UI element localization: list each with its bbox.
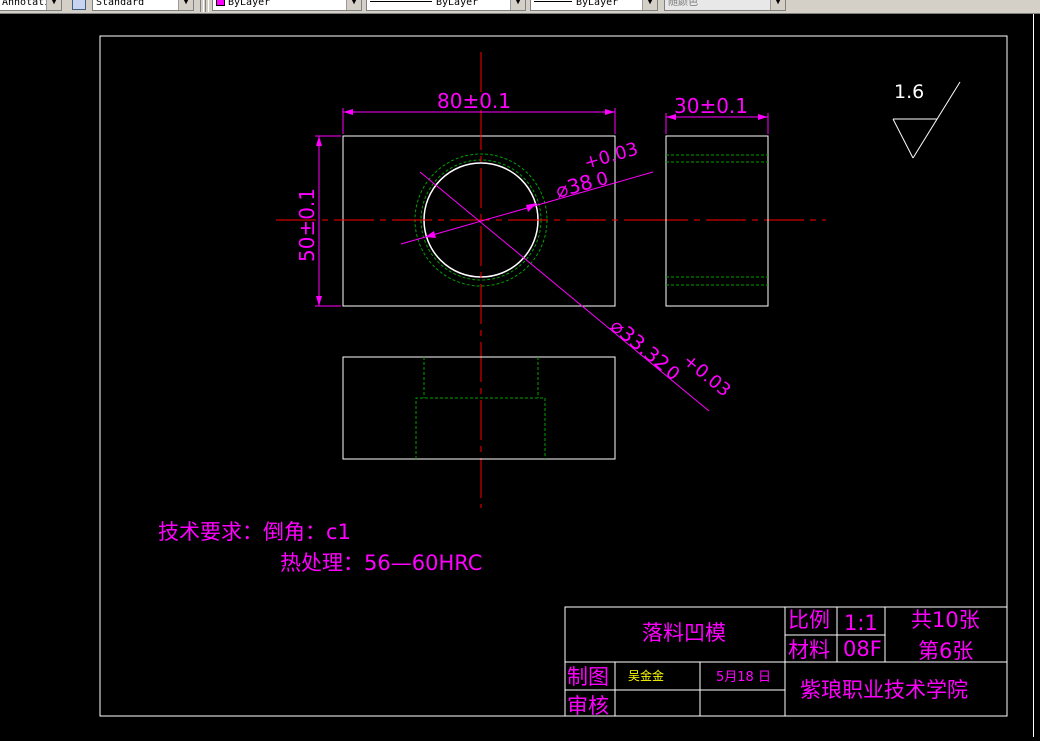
linetype-value: ByLayer xyxy=(436,0,479,8)
tech-req-line1: 技术要求：倒角：c1 xyxy=(158,520,351,544)
color-value: ByLayer xyxy=(228,0,271,8)
chevron-down-icon[interactable]: ▼ xyxy=(642,0,657,10)
tech-req-line2: 热处理：56—60HRC xyxy=(280,551,482,575)
dia-outer-text: ⌀38 xyxy=(553,169,596,202)
drawn-date: 5月18 日 xyxy=(716,670,771,685)
drawn-label: 制图 xyxy=(567,665,609,689)
dimension-texts: 80±0.1 30±0.1 50±0.1 ⌀38 +0.03 0 ⌀33.32 … xyxy=(295,89,748,401)
arrow-icon xyxy=(605,109,615,115)
dia-inner-tol-plus: +0.03 xyxy=(679,350,735,401)
surface-roughness-symbol: 1.6 xyxy=(892,81,961,159)
scale-label: 比例 xyxy=(788,608,830,632)
checked-label: 审核 xyxy=(567,694,609,718)
arrow-icon xyxy=(758,114,768,120)
color-swatch xyxy=(216,0,225,6)
material-value: 08F xyxy=(843,637,882,661)
lineweight-combo[interactable]: ByLayer ▼ xyxy=(530,0,658,11)
top-view xyxy=(342,356,616,460)
arrow-icon xyxy=(316,136,322,146)
dimension-style-icon[interactable] xyxy=(72,0,86,10)
drawn-by: 吴金金 xyxy=(628,668,664,683)
dimension-style-value: Standard xyxy=(96,0,145,8)
chevron-down-icon[interactable]: ▼ xyxy=(770,0,785,10)
roughness-line xyxy=(892,118,914,159)
chevron-down-icon[interactable]: ▼ xyxy=(346,0,361,10)
dimension-style-combo[interactable]: Standard ▼ xyxy=(92,0,194,11)
institution: 紫琅职业技术学院 xyxy=(800,678,968,702)
sheet-number: 第6张 xyxy=(918,639,973,663)
text-style-value: Annotati xyxy=(2,0,51,8)
plot-style-value: 随颜色 xyxy=(668,0,698,8)
text-style-combo[interactable]: Annotati ▼ xyxy=(0,0,62,11)
color-combo[interactable]: ByLayer ▼ xyxy=(212,0,362,11)
dimension-arrows xyxy=(316,109,768,306)
arrow-icon xyxy=(343,109,353,115)
technical-requirements: 技术要求：倒角：c1 热处理：56—60HRC xyxy=(158,520,482,575)
material-label: 材料 xyxy=(788,638,830,662)
lineweight-sample xyxy=(534,1,572,2)
arrow-icon xyxy=(316,296,322,306)
linetype-sample xyxy=(370,1,432,2)
arrow-icon xyxy=(526,203,537,212)
dia-outer-tol-plus: +0.03 xyxy=(582,139,641,174)
top-view-outline xyxy=(342,356,616,460)
chevron-down-icon[interactable]: ▼ xyxy=(510,0,525,10)
drawing-svg: 80±0.1 30±0.1 50±0.1 ⌀38 +0.03 0 ⌀33.32 … xyxy=(99,35,1008,718)
linetype-combo[interactable]: ByLayer ▼ xyxy=(366,0,526,11)
sheets-total: 共10张 xyxy=(911,608,980,632)
dim-side-width-text: 30±0.1 xyxy=(674,94,748,118)
part-name: 落料凹模 xyxy=(642,621,726,645)
scale-value: 1:1 xyxy=(844,611,878,635)
title-block-texts: 落料凹模 比例 1:1 材料 08F 共10张 第6张 制图 审核 紫琅职业技术… xyxy=(567,608,980,718)
dim-height-text: 50±0.1 xyxy=(295,188,319,262)
properties-toolbar: Annotati ▼ Standard ▼ ByLayer ▼ ByLayer … xyxy=(0,0,1040,14)
lineweight-value: ByLayer xyxy=(576,0,619,8)
plot-style-combo[interactable]: 随颜色 ▼ xyxy=(664,0,786,11)
toolbar-separator xyxy=(205,0,209,12)
chevron-down-icon[interactable]: ▼ xyxy=(178,0,193,10)
dim-width-text: 80±0.1 xyxy=(437,89,511,113)
drawing-window-edge xyxy=(1033,14,1040,737)
roughness-value: 1.6 xyxy=(894,81,924,103)
toolbar-separator xyxy=(200,0,204,12)
chevron-down-icon[interactable]: ▼ xyxy=(46,0,61,10)
dia-inner-text: ⌀33.32 xyxy=(606,313,675,376)
drawing-canvas[interactable]: 80±0.1 30±0.1 50±0.1 ⌀38 +0.03 0 ⌀33.32 … xyxy=(0,14,1040,737)
side-view xyxy=(665,135,769,307)
